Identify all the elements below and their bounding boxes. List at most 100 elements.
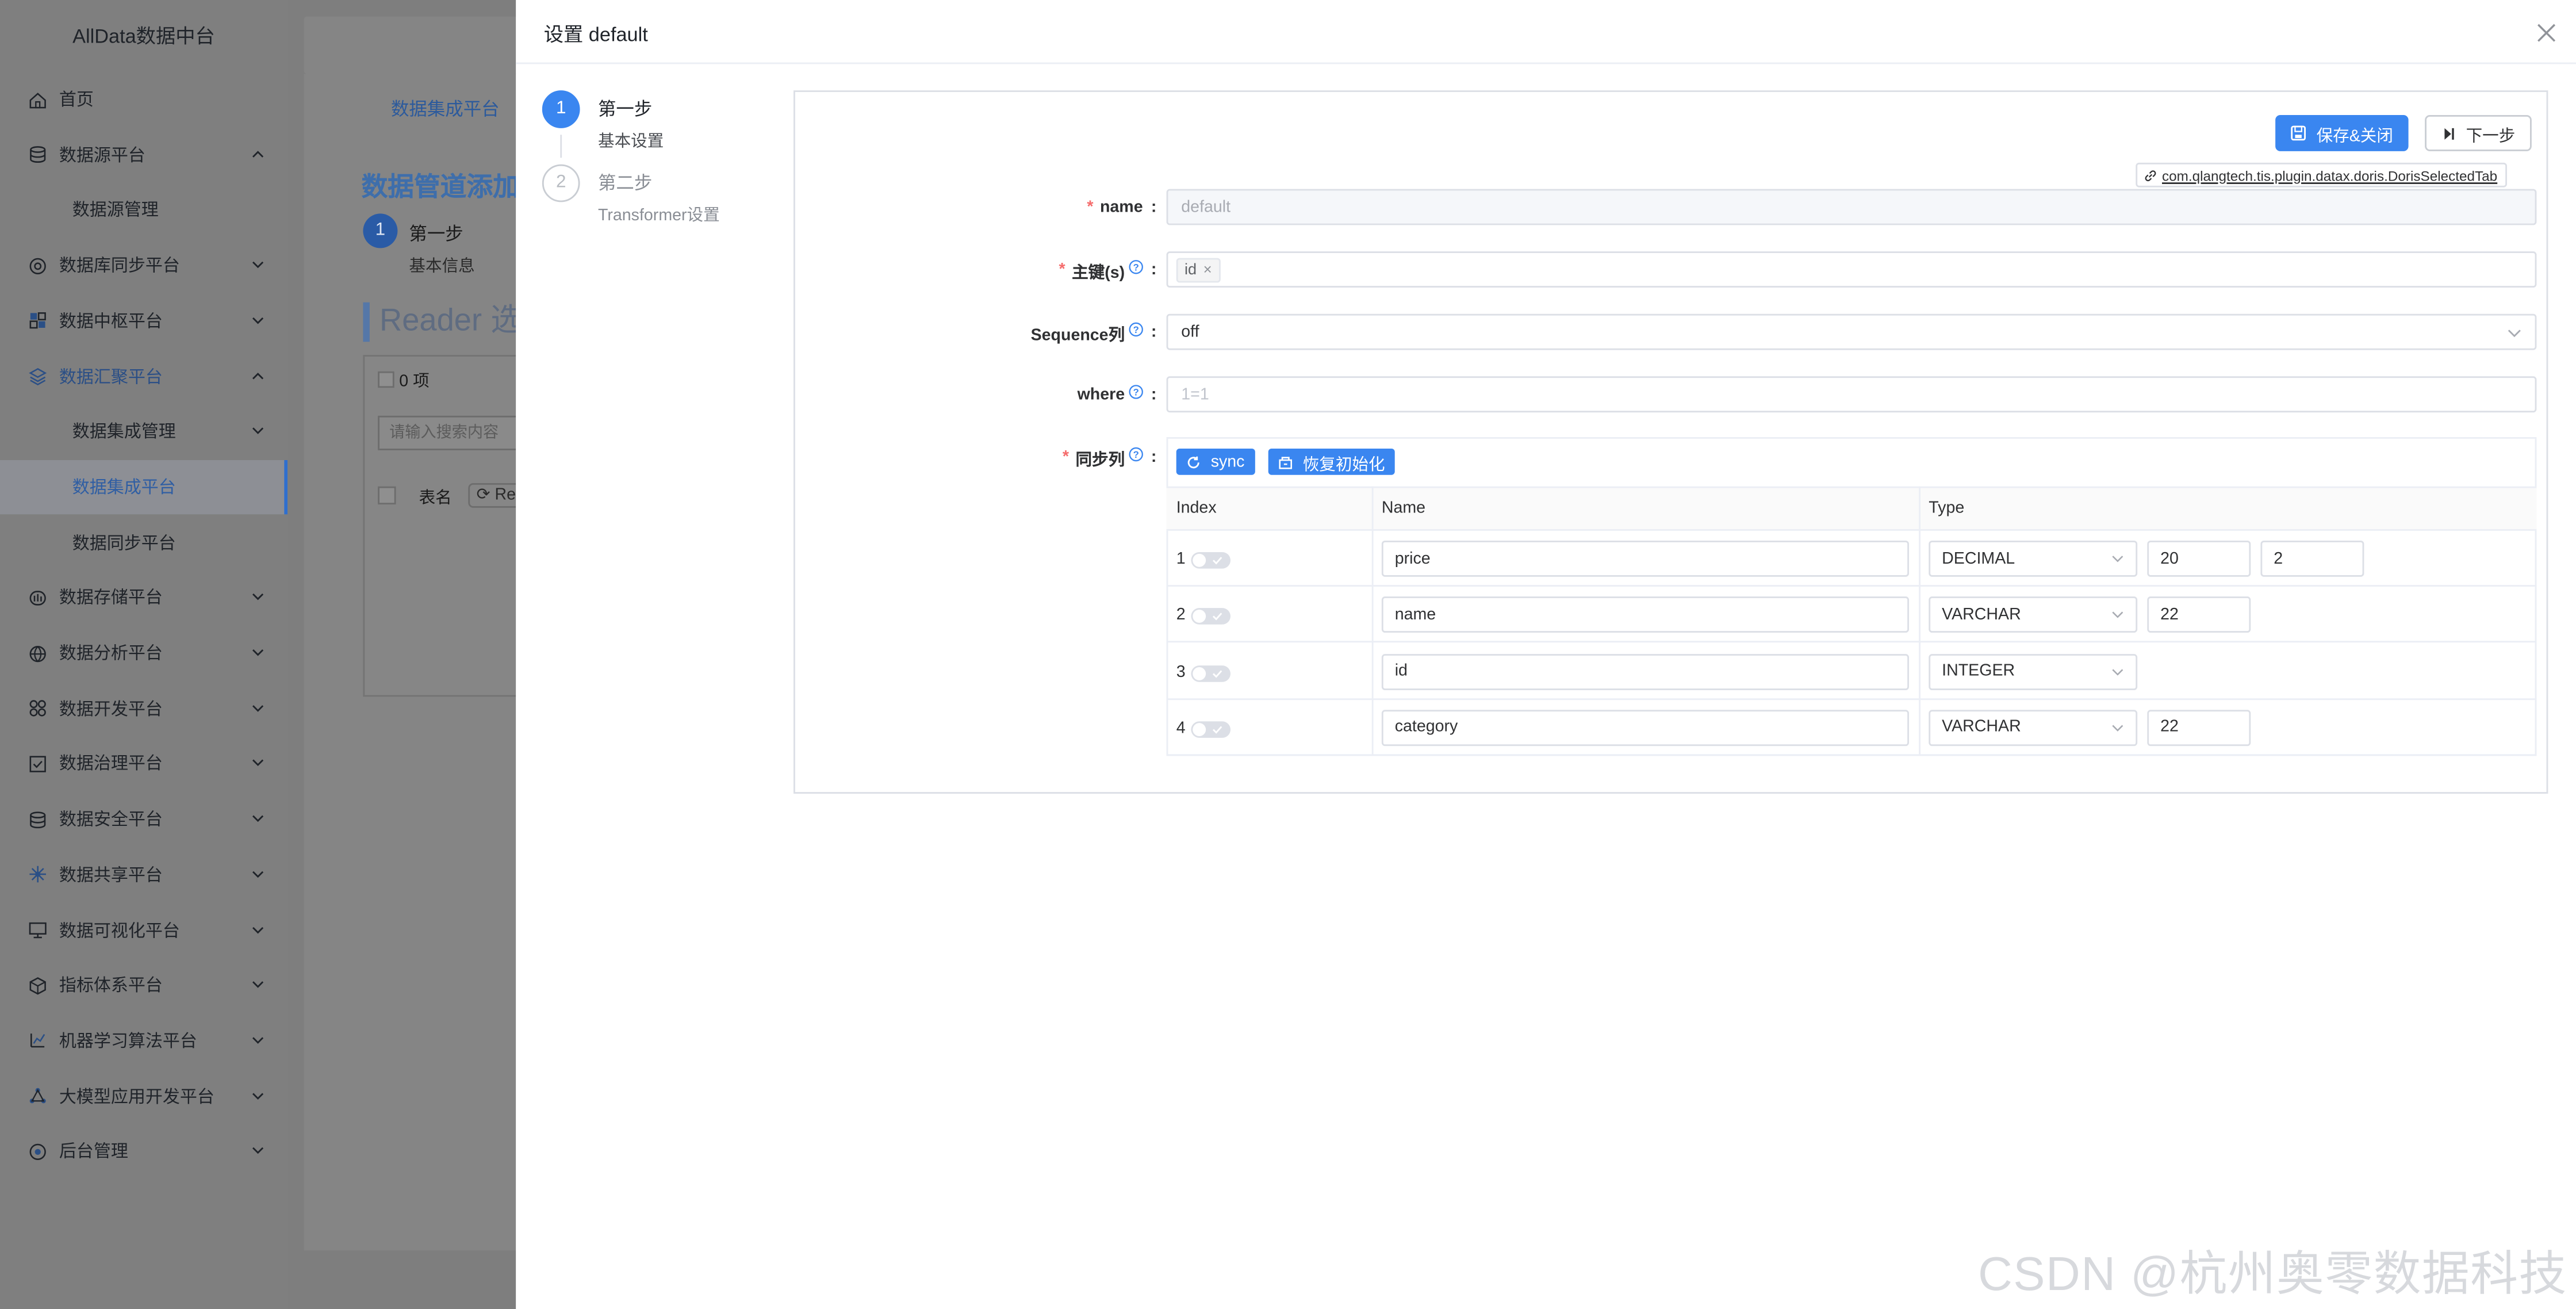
step-2-desc: Transformer设置: [598, 207, 720, 225]
sequence-value: off: [1181, 323, 1199, 341]
tab-data-integration[interactable]: 数据集成平台: [391, 95, 500, 122]
column-name-value: price: [1394, 549, 1431, 568]
column-length-input[interactable]: 20: [2147, 541, 2251, 577]
primary-keys-select[interactable]: id ×: [1166, 251, 2537, 288]
sidebar-item-label: 数据集成平台: [72, 478, 176, 498]
sidebar-item-3[interactable]: 数据源管理: [0, 183, 288, 237]
sidebar-item-label: 数据同步平台: [72, 533, 176, 553]
ml-icon: [28, 1031, 48, 1051]
drawer-title: 设置 default: [543, 23, 648, 46]
sidebar-item-1[interactable]: 首页: [0, 72, 288, 127]
name-field[interactable]: default: [1166, 189, 2537, 225]
column-name-input[interactable]: id: [1381, 653, 1909, 690]
sync-button[interactable]: sync: [1176, 449, 1255, 475]
sidebar-item-15[interactable]: 数据共享平台: [0, 848, 288, 902]
sync-cols-label: * 同步列 ? :: [992, 439, 1156, 475]
sidebar-item-11[interactable]: 数据分析平台: [0, 626, 288, 680]
storage-icon: [28, 588, 48, 607]
sequence-select[interactable]: off: [1166, 313, 2537, 350]
step-1-number: 1: [542, 90, 580, 128]
sidebar-item-label: 数据集成管理: [72, 422, 176, 443]
reset-icon: [1279, 456, 1293, 469]
name-label-text: name: [1099, 198, 1143, 216]
name-value: default: [1181, 198, 1231, 216]
sidebar-item-20[interactable]: 后台管理: [0, 1124, 288, 1178]
col-header-type: Type: [1929, 499, 1965, 518]
column-toggle[interactable]: [1191, 552, 1230, 569]
header-checkbox[interactable]: [378, 486, 396, 505]
column-type-select[interactable]: VARCHAR: [1929, 709, 2138, 746]
step-2-number: 2: [542, 164, 580, 202]
sidebar-item-17[interactable]: 指标体系平台: [0, 958, 288, 1012]
hub-icon: [28, 311, 48, 331]
sidebar-item-10[interactable]: 数据存储平台: [0, 571, 288, 625]
column-length-input[interactable]: 22: [2147, 596, 2251, 633]
search-input[interactable]: 请输入搜索内容: [378, 415, 518, 450]
sequence-label-text: Sequence列: [1030, 326, 1125, 345]
column-type-select[interactable]: INTEGER: [1929, 653, 2138, 690]
table-row: 1 price DECIMAL 20 2: [1166, 531, 2537, 587]
sidebar-item-label: 数据开发平台: [59, 699, 163, 719]
column-name-input[interactable]: name: [1381, 596, 1909, 633]
column-toggle[interactable]: [1191, 608, 1230, 625]
drawer-divider: [516, 62, 2576, 64]
required-mark: *: [1062, 447, 1070, 466]
sidebar-item-8[interactable]: 数据集成平台: [0, 460, 288, 514]
sidebar-item-13[interactable]: 数据治理平台: [0, 737, 288, 791]
sidebar-item-6[interactable]: 数据汇聚平台: [0, 349, 288, 403]
column-name-input[interactable]: price: [1381, 541, 1909, 577]
sidebar-item-14[interactable]: 数据安全平台: [0, 792, 288, 846]
primary-key-tag[interactable]: id ×: [1176, 257, 1220, 282]
column-type-select[interactable]: VARCHAR: [1929, 596, 2138, 633]
governance-icon: [28, 754, 48, 774]
chevron-down-icon: [250, 699, 266, 716]
column-type-value: VARCHAR: [1942, 718, 2021, 737]
sidebar-item-label: 数据存储平台: [59, 588, 163, 608]
col-header-index: Index: [1176, 499, 1217, 518]
next-step-button[interactable]: 下一步: [2425, 115, 2532, 151]
sidebar-item-12[interactable]: 数据开发平台: [0, 682, 288, 736]
column-scale-value: 2: [2274, 549, 2283, 568]
sidebar-item-9[interactable]: 数据同步平台: [0, 515, 288, 569]
sidebar-item-2[interactable]: 数据源平台: [0, 128, 288, 182]
tag-close-icon[interactable]: ×: [1203, 261, 1212, 278]
plugin-reference-link[interactable]: com.qlangtech.tis.plugin.datax.doris.Dor…: [2136, 162, 2508, 187]
layers-icon: [28, 366, 48, 386]
sidebar-item-19[interactable]: 大模型应用开发平台: [0, 1069, 288, 1123]
where-placeholder: 1=1: [1181, 385, 1209, 404]
close-icon[interactable]: [2536, 21, 2556, 42]
table-row: 4 category VARCHAR 22: [1166, 700, 2537, 756]
reset-button[interactable]: 恢复初始化: [1268, 449, 1395, 475]
sidebar-item-4[interactable]: 数据库同步平台: [0, 239, 288, 293]
column-scale-input[interactable]: 2: [2260, 541, 2364, 577]
help-icon: ?: [1128, 446, 1143, 461]
chevron-down-icon: [250, 1143, 266, 1159]
column-length-input[interactable]: 22: [2147, 709, 2251, 746]
select-all-checkbox[interactable]: [378, 370, 394, 387]
dev-icon: [28, 699, 48, 718]
primary-keys-label-text: 主键(s): [1072, 263, 1125, 282]
column-toggle[interactable]: [1191, 721, 1230, 738]
sidebar-item-label: 数据库同步平台: [59, 256, 180, 277]
step-1-title: 第一步: [598, 100, 653, 120]
share-icon: [28, 865, 48, 885]
chevron-down-icon: [2507, 326, 2522, 340]
sidebar-item-5[interactable]: 数据中枢平台: [0, 294, 288, 348]
column-length-value: 20: [2160, 549, 2179, 568]
save-close-button[interactable]: 保存&关闭: [2275, 115, 2408, 151]
column-name-input[interactable]: category: [1381, 709, 1909, 746]
select-all-count[interactable]: 0 项: [378, 366, 430, 391]
sidebar-item-7[interactable]: 数据集成管理: [0, 404, 288, 458]
chevron-down-icon: [250, 921, 266, 937]
column-toggle[interactable]: [1191, 664, 1230, 682]
sidebar-item-18[interactable]: 机器学习算法平台: [0, 1014, 288, 1068]
llm-icon: [28, 1086, 48, 1106]
sidebar-item-label: 大模型应用开发平台: [59, 1087, 214, 1107]
column-type-select[interactable]: DECIMAL: [1929, 541, 2138, 577]
sidebar-item-16[interactable]: 数据可视化平台: [0, 903, 288, 957]
where-input[interactable]: 1=1: [1166, 376, 2537, 413]
sidebar-item-label: 后台管理: [59, 1142, 128, 1162]
chevron-down-icon: [250, 257, 266, 273]
column-length-value: 22: [2160, 718, 2179, 737]
primary-keys-label: * 主键(s) ? :: [992, 251, 1156, 288]
